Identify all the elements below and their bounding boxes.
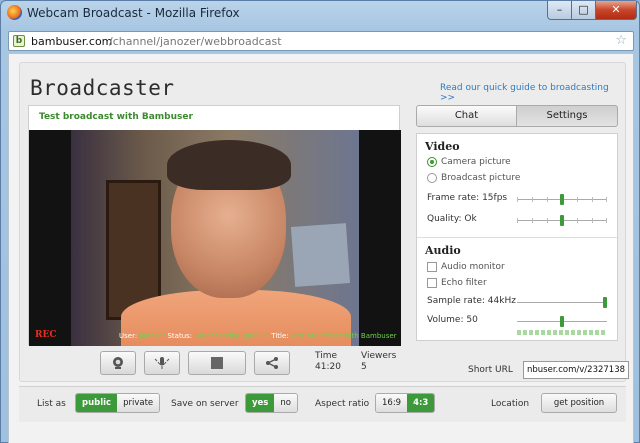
tab-chat[interactable]: Chat <box>416 105 517 127</box>
sample-rate-slider[interactable] <box>517 297 607 308</box>
url-host: bambuser.com <box>31 35 113 48</box>
address-bar[interactable]: b bambuser.com /channel/janozer/webbroad… <box>8 31 634 51</box>
page-content: Broadcaster Read our quick guide to broa… <box>8 53 634 443</box>
url-path: /channel/janozer/webbroadcast <box>109 35 282 48</box>
echo-filter-label: Echo filter <box>441 278 487 288</box>
broadcaster-card: Broadcaster Read our quick guide to broa… <box>19 62 629 382</box>
status-title-label: Title: <box>271 332 289 340</box>
page-title: Broadcaster <box>30 76 175 100</box>
volume-slider[interactable] <box>517 316 607 327</box>
list-private-option[interactable]: private <box>117 394 160 412</box>
broadcast-options-bar: List as public private Save on server ye… <box>19 386 626 422</box>
maximize-button[interactable]: □ <box>571 1 596 20</box>
status-user-value: janozer <box>139 332 166 340</box>
panel-tabs: Chat Settings <box>416 105 618 127</box>
status-user-label: User: <box>119 332 138 340</box>
bookmark-star-icon[interactable]: ☆ <box>615 33 627 48</box>
audio-section-title: Audio <box>425 244 461 257</box>
list-as-toggle: public private <box>75 393 161 413</box>
checkbox-unchecked[interactable] <box>427 278 437 288</box>
save-on-server-toggle: yes no <box>245 393 298 413</box>
location-label: Location <box>491 399 530 409</box>
quality-label: Quality: Ok <box>427 214 477 224</box>
slider-thumb[interactable] <box>560 194 564 205</box>
audio-monitor-checkbox[interactable]: Audio monitor <box>427 262 505 272</box>
status-value: Broadcasting (public) <box>194 332 270 340</box>
webcam-image <box>71 130 359 346</box>
slider-thumb[interactable] <box>603 297 607 308</box>
audio-monitor-label: Audio monitor <box>441 262 505 272</box>
webcam-preview: REC User: janozer Status: Broadcasting (… <box>29 130 401 346</box>
tab-settings[interactable]: Settings <box>516 105 618 127</box>
share-button[interactable] <box>254 351 290 375</box>
sample-rate-label: Sample rate: 44kHz <box>427 296 516 306</box>
viewers-value: 5 <box>361 362 367 372</box>
video-panel: Test broadcast with Bambuser REC User: j… <box>28 105 401 346</box>
close-button[interactable]: ✕ <box>595 1 637 20</box>
minimize-button[interactable]: – <box>547 1 572 20</box>
checkbox-unchecked[interactable] <box>427 262 437 272</box>
frame-rate-label: Frame rate: 15fps <box>427 193 508 203</box>
status-label: Status: <box>167 332 193 340</box>
slider-thumb[interactable] <box>560 215 564 226</box>
broadcast-picture-radio[interactable]: Broadcast picture <box>427 173 520 183</box>
audio-level-meter <box>517 330 607 335</box>
site-identity-icon[interactable]: b <box>13 35 25 47</box>
webcam-icon <box>113 357 123 369</box>
radio-selected[interactable] <box>427 157 437 167</box>
get-position-button[interactable]: get position <box>541 393 617 413</box>
video-status-line: User: janozer Status: Broadcasting (publ… <box>119 332 397 340</box>
microphone-button[interactable] <box>144 351 180 375</box>
aspect-ratio-label: Aspect ratio <box>315 399 370 409</box>
settings-panel: Video Camera picture Broadcast picture F… <box>416 133 619 341</box>
list-as-label: List as <box>37 399 66 409</box>
quick-guide-link[interactable]: Read our quick guide to broadcasting >> <box>440 83 625 103</box>
camera-picture-label: Camera picture <box>441 157 511 167</box>
list-public-option[interactable]: public <box>76 394 118 412</box>
background-poster <box>290 223 351 287</box>
save-no-option[interactable]: no <box>274 394 297 412</box>
broadcast-picture-label: Broadcast picture <box>441 173 521 183</box>
status-title-value: Test broadcast with Bambuser <box>290 332 397 340</box>
aspect-16-9-option[interactable]: 16:9 <box>376 394 408 412</box>
short-url-label: Short URL <box>468 365 513 375</box>
title-bar: Webcam Broadcast - Mozilla Firefox – □ ✕ <box>1 1 640 25</box>
stop-broadcast-button[interactable] <box>188 351 246 375</box>
quality-slider[interactable] <box>517 215 607 226</box>
stop-icon <box>211 357 223 369</box>
person-hair <box>167 140 291 190</box>
save-on-server-label: Save on server <box>171 399 239 409</box>
aspect-4-3-option[interactable]: 4:3 <box>407 394 435 412</box>
camera-picture-radio[interactable]: Camera picture <box>427 157 511 167</box>
video-section-title: Video <box>425 140 460 153</box>
camera-button[interactable] <box>100 351 136 375</box>
short-url-input[interactable] <box>523 361 629 379</box>
time-value: 41:20 <box>315 362 341 372</box>
browser-window: Webcam Broadcast - Mozilla Firefox – □ ✕… <box>0 0 640 443</box>
frame-rate-slider[interactable] <box>517 194 607 205</box>
window-title: Webcam Broadcast - Mozilla Firefox <box>27 6 240 20</box>
microphone-icon <box>154 357 170 369</box>
save-yes-option[interactable]: yes <box>246 394 275 412</box>
aspect-ratio-toggle: 16:9 4:3 <box>375 393 436 413</box>
slider-thumb[interactable] <box>560 316 564 327</box>
time-label: Time <box>315 351 338 361</box>
firefox-icon <box>7 5 22 20</box>
rec-indicator: REC <box>35 330 57 340</box>
broadcast-title: Test broadcast with Bambuser <box>39 112 193 122</box>
section-divider <box>417 237 619 238</box>
viewers-label: Viewers <box>361 351 397 361</box>
share-icon <box>266 357 278 369</box>
radio-unselected[interactable] <box>427 173 437 183</box>
echo-filter-checkbox[interactable]: Echo filter <box>427 278 487 288</box>
volume-label: Volume: 50 <box>427 315 478 325</box>
